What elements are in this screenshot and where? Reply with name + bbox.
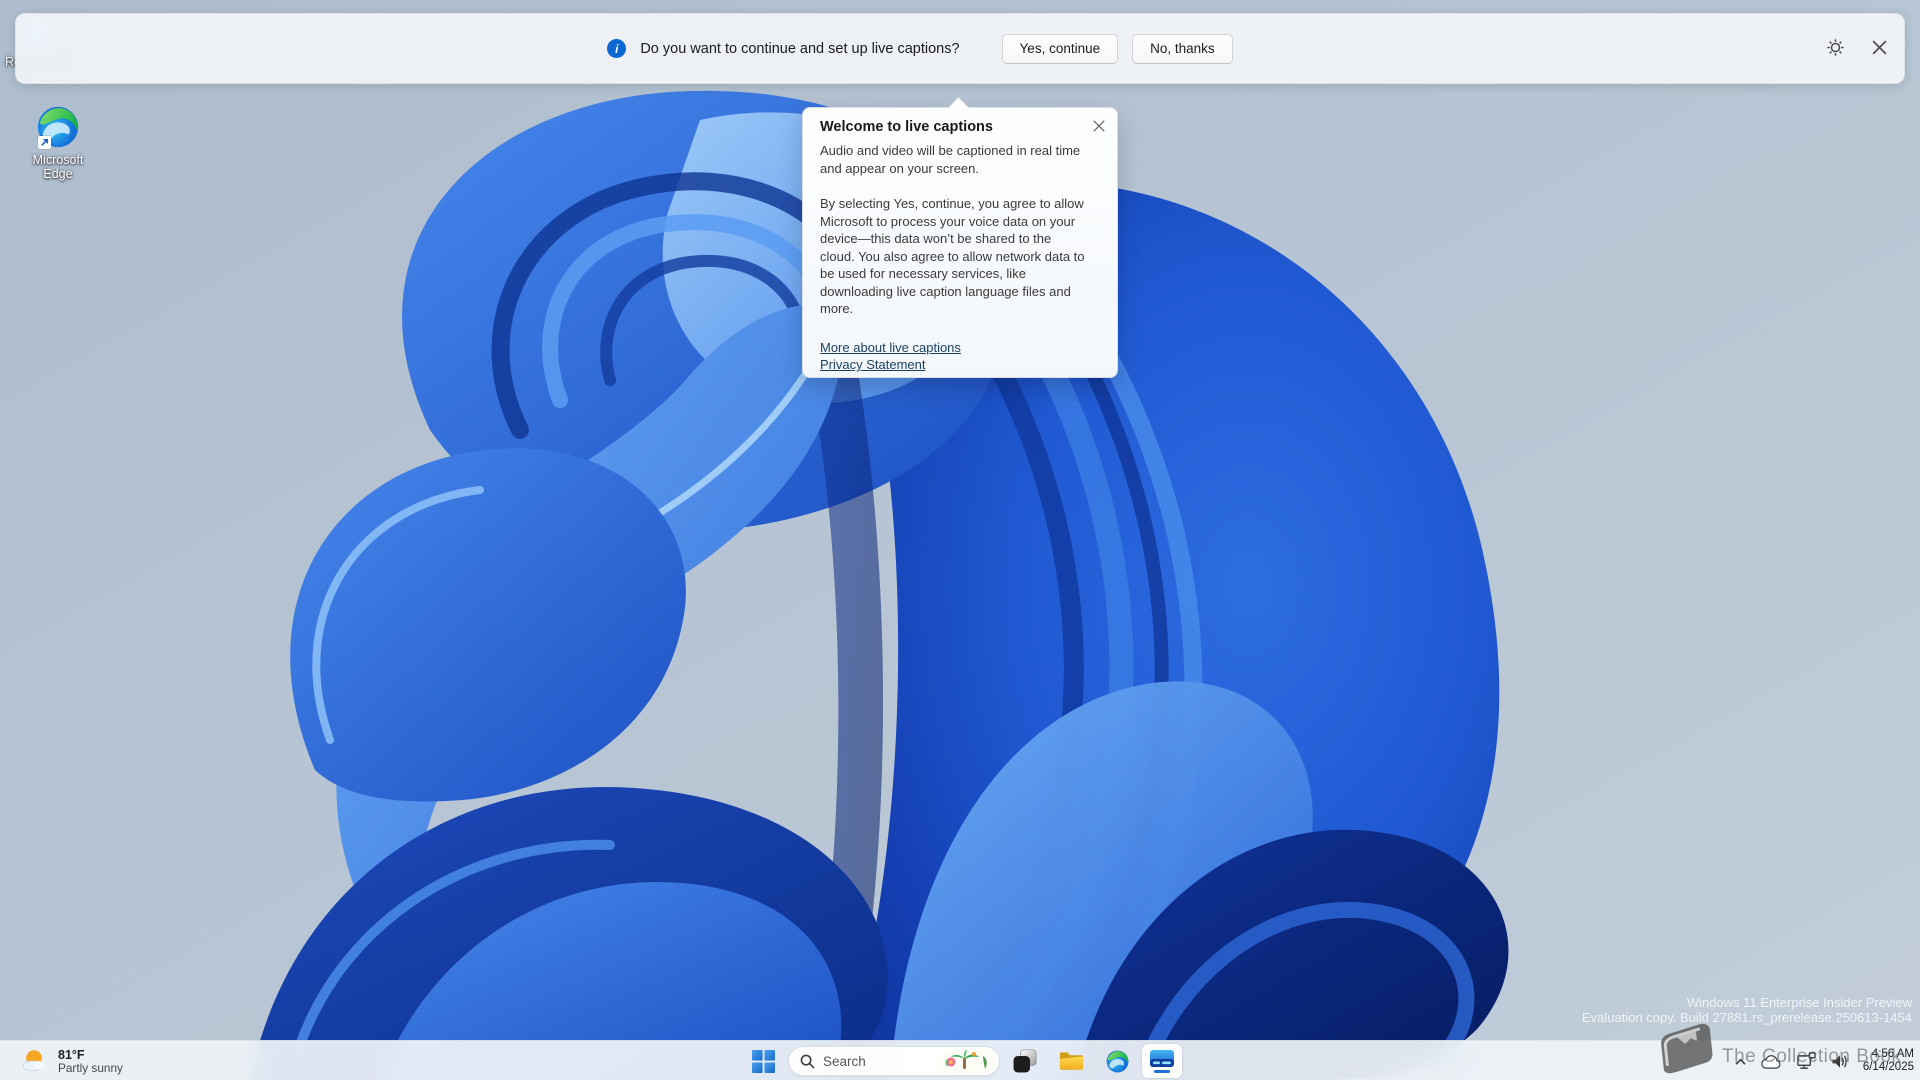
search-box[interactable]: Search [788, 1046, 1000, 1076]
file-explorer-button[interactable] [1050, 1042, 1092, 1080]
no-thanks-button[interactable]: No, thanks [1132, 33, 1233, 64]
yes-continue-button[interactable]: Yes, continue [1001, 33, 1119, 64]
task-view-icon [1013, 1049, 1037, 1073]
windows-start-icon [751, 1049, 775, 1073]
privacy-statement-link[interactable]: Privacy Statement [820, 356, 926, 374]
watermark-line-2: Evaluation copy. Build 27881.rs_prerelea… [1581, 1010, 1912, 1025]
weather-widget[interactable]: 81°F Partly sunny [14, 1041, 129, 1080]
search-highlights-icon[interactable] [938, 1049, 996, 1073]
captions-settings-button[interactable] [1826, 38, 1845, 57]
flyout-paragraph-2: By selecting Yes, continue, you agree to… [820, 196, 1085, 316]
file-explorer-icon [1059, 1052, 1083, 1070]
close-icon [1872, 40, 1887, 55]
banner-prompt: Do you want to continue and set up live … [640, 40, 960, 57]
chevron-up-icon [1735, 1058, 1746, 1065]
edge-label: Microsoft Edge [32, 153, 84, 181]
close-icon [1093, 120, 1105, 132]
more-about-live-captions-link[interactable]: More about live captions [820, 339, 961, 357]
running-app-indicator [1154, 1069, 1170, 1073]
search-icon [800, 1054, 815, 1069]
info-icon: i [607, 39, 627, 58]
onedrive-tray-button[interactable] [1760, 1053, 1783, 1070]
desktop-icon-microsoft-edge[interactable]: Microsoft Edge [10, 104, 106, 181]
live-captions-icon [1150, 1049, 1174, 1067]
network-ethernet-icon [1797, 1051, 1816, 1069]
insider-build-watermark: Windows 11 Enterprise Insider Preview Ev… [1582, 995, 1912, 1025]
watermark-line-1: Windows 11 Enterprise Insider Preview [1686, 995, 1912, 1010]
volume-icon [1832, 1054, 1847, 1068]
taskbar: 81°F Partly sunny Search 4:56 AM 6/14/20… [0, 1040, 1920, 1080]
onedrive-cloud-icon [1761, 1054, 1781, 1069]
gear-icon [1827, 39, 1844, 56]
search-placeholder: Search [823, 1053, 866, 1069]
weather-condition: Partly sunny [58, 1060, 123, 1075]
tray-overflow-button[interactable] [1734, 1057, 1747, 1066]
edge-taskbar-button[interactable] [1096, 1042, 1138, 1080]
flyout-close-button[interactable] [1092, 119, 1106, 133]
task-view-button[interactable] [1004, 1042, 1046, 1080]
edge-icon [1106, 1050, 1128, 1072]
tray-time: 4:56 AM [1871, 1047, 1914, 1060]
live-captions-banner: i Do you want to continue and set up liv… [15, 13, 1905, 84]
volume-tray-button[interactable] [1830, 1053, 1850, 1070]
start-button[interactable] [742, 1042, 784, 1080]
flyout-title: Welcome to live captions [820, 119, 993, 135]
captions-close-button[interactable] [1871, 39, 1888, 56]
weather-icon [22, 1050, 45, 1072]
welcome-flyout: Welcome to live captions Audio and video… [802, 96, 1118, 378]
network-tray-button[interactable] [1796, 1051, 1817, 1071]
tray-date: 6/14/2025 [1862, 1061, 1914, 1073]
tray-clock[interactable]: 4:56 AM 6/14/2025 [1863, 1048, 1914, 1075]
live-captions-taskbar-button[interactable] [1142, 1044, 1182, 1078]
flyout-paragraph-1: Audio and video will be captioned in rea… [820, 143, 1081, 176]
shortcut-arrow-icon [38, 136, 51, 149]
weather-temperature: 81°F [58, 1047, 85, 1062]
